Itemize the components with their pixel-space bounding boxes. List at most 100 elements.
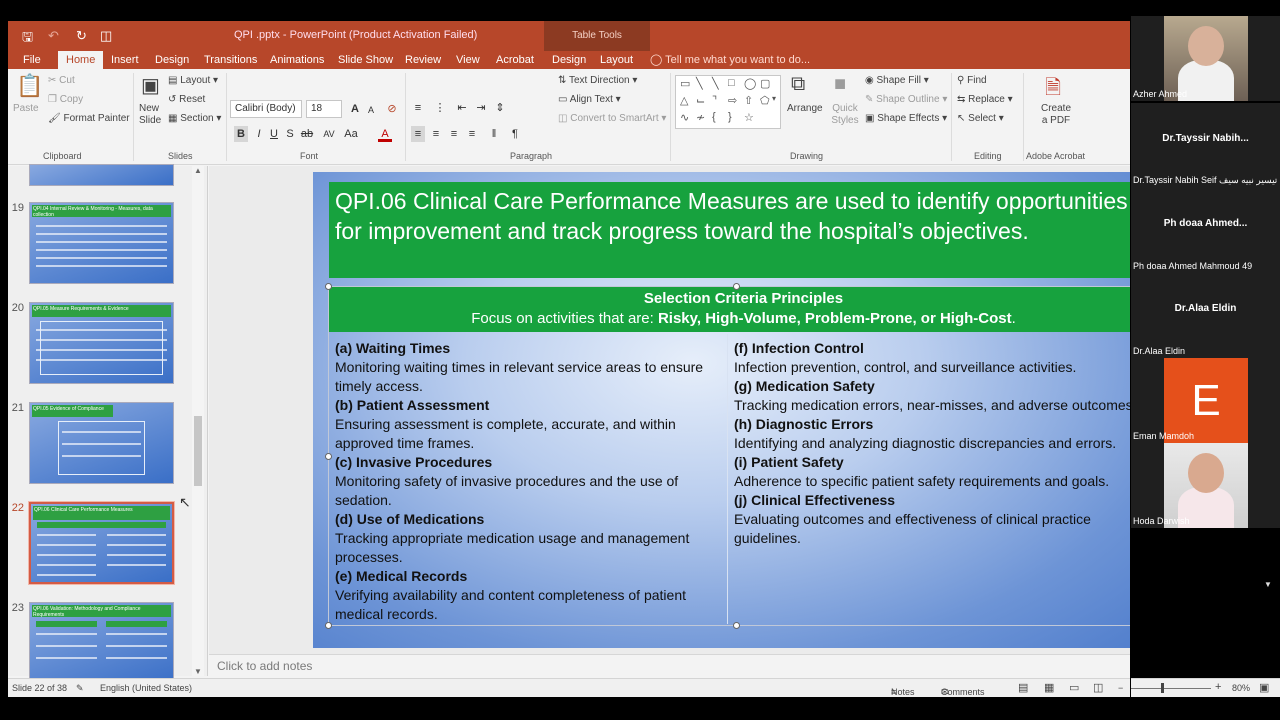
- slide-thumbnail-selected[interactable]: QPI.06 Clinical Care Performance Measure…: [28, 501, 175, 585]
- tab-transitions[interactable]: Transitions: [204, 53, 257, 69]
- decrease-font-icon[interactable]: A: [364, 102, 378, 118]
- triangle-shape-icon[interactable]: △: [680, 94, 688, 107]
- slide-thumbnail[interactable]: QPI.04 Internal Review & Monitoring - Me…: [29, 202, 174, 284]
- tab-file[interactable]: File: [23, 53, 41, 69]
- criteria-column-right[interactable]: (f) Infection Control Infection preventi…: [727, 334, 1130, 624]
- shape-fill-button[interactable]: ◉ Shape Fill ▾: [865, 75, 929, 86]
- format-painter-button[interactable]: 🖌 Format Painter: [48, 113, 130, 124]
- increase-indent-icon[interactable]: ⇥: [474, 100, 488, 116]
- arrange-icon[interactable]: ⧉: [791, 73, 805, 96]
- new-slide-button[interactable]: New Slide: [139, 103, 169, 127]
- elbow-connector-icon[interactable]: ⌙: [696, 94, 705, 107]
- shadow-icon[interactable]: S: [283, 126, 297, 142]
- align-center-icon[interactable]: ≡: [429, 126, 443, 142]
- textbox-shape-icon[interactable]: ▭: [680, 77, 690, 90]
- spellcheck-icon[interactable]: ✎: [76, 683, 84, 694]
- gallery-more-icon[interactable]: ▾: [772, 94, 776, 103]
- cut-button[interactable]: ✂ Cut: [48, 75, 75, 86]
- align-left-icon[interactable]: ≡: [411, 126, 425, 142]
- paste-button[interactable]: Paste: [13, 103, 39, 114]
- zoom-slider[interactable]: [1131, 688, 1211, 689]
- arrange-button[interactable]: Arrange: [787, 103, 823, 114]
- shapes-gallery[interactable]: ▭ ╲ ╲ □ ◯ ▢ △ ⌙ ⌝ ⇨ ⇧ ⬠ ∿ ≁ { } ☆ ▾: [675, 75, 781, 129]
- tab-table-design[interactable]: Design: [552, 53, 586, 69]
- find-button[interactable]: ⚲ Find: [957, 75, 987, 86]
- participant-tile[interactable]: Ph doaa Ahmed... Ph doaa Ahmed Mahmoud 4…: [1131, 188, 1280, 273]
- slide-sorter-icon[interactable]: ▦: [1044, 681, 1054, 694]
- layout-button[interactable]: ▤ Layout ▾: [168, 75, 218, 86]
- rectangle-shape-icon[interactable]: □: [728, 77, 735, 89]
- convert-smartart-button[interactable]: ◫ Convert to SmartArt ▾: [558, 113, 666, 124]
- align-text-button[interactable]: ▭ Align Text ▾: [558, 94, 621, 105]
- resize-handle[interactable]: [733, 622, 740, 629]
- bold-icon[interactable]: B: [234, 126, 248, 142]
- font-size-combo[interactable]: 18: [306, 100, 342, 118]
- tell-me-search[interactable]: ◯ Tell me what you want to do...: [650, 53, 810, 69]
- font-name-combo[interactable]: Calibri (Body): [230, 100, 302, 118]
- rtl-icon[interactable]: ¶: [508, 126, 522, 142]
- fit-to-window-icon[interactable]: ▣: [1259, 681, 1269, 694]
- text-direction-button[interactable]: ⇅ Text Direction ▾: [558, 75, 637, 86]
- copy-button[interactable]: ❐ Copy: [48, 94, 83, 105]
- font-color-icon[interactable]: A: [378, 126, 392, 142]
- slide-thumbnail[interactable]: [29, 164, 174, 186]
- tab-acrobat[interactable]: Acrobat: [496, 53, 534, 69]
- participant-tile[interactable]: Azher Ahmed: [1131, 16, 1280, 101]
- brace-shape-icon[interactable]: }: [728, 111, 732, 123]
- resize-handle[interactable]: [325, 283, 332, 290]
- zoom-in-icon[interactable]: +: [1215, 681, 1221, 693]
- paste-icon[interactable]: 📋: [16, 73, 43, 99]
- save-icon[interactable]: 🖫: [22, 28, 33, 50]
- notes-pane[interactable]: Click to add notes: [209, 654, 1130, 676]
- table-header[interactable]: Selection Criteria Principles Focus on a…: [329, 287, 1130, 332]
- scrollbar-thumb[interactable]: [194, 416, 202, 486]
- start-slideshow-icon[interactable]: ◫: [100, 28, 112, 44]
- rounded-rect-shape-icon[interactable]: ▢: [760, 77, 770, 90]
- participant-tile[interactable]: Dr.Alaa Eldin Dr.Alaa Eldin: [1131, 273, 1280, 358]
- slide-thumbnail[interactable]: QPI.05 Evidence of Compliance: [29, 402, 174, 484]
- justify-icon[interactable]: ≡: [465, 126, 479, 142]
- star-shape-icon[interactable]: ☆: [744, 111, 754, 124]
- zoom-level[interactable]: 80%: [1232, 683, 1250, 693]
- pentagon-shape-icon[interactable]: ⬠: [760, 94, 770, 107]
- bullets-icon[interactable]: ≡: [411, 100, 425, 116]
- line-shape-icon[interactable]: ╲: [712, 77, 719, 90]
- tab-table-layout[interactable]: Layout: [600, 53, 633, 69]
- decrease-indent-icon[interactable]: ⇤: [455, 100, 469, 116]
- quick-styles-icon[interactable]: ■: [834, 73, 846, 96]
- resize-handle[interactable]: [325, 453, 332, 460]
- tab-home[interactable]: Home: [58, 51, 104, 69]
- scroll-down-icon[interactable]: ▼: [194, 667, 202, 676]
- create-pdf-button[interactable]: Create a PDF: [1039, 103, 1073, 127]
- freeform-shape-icon[interactable]: ≁: [696, 111, 705, 124]
- resize-handle[interactable]: [325, 622, 332, 629]
- normal-view-icon[interactable]: ▤: [1018, 681, 1028, 694]
- brace-shape-icon[interactable]: {: [712, 111, 716, 123]
- participant-tile[interactable]: E Eman Mamdoh: [1131, 358, 1280, 443]
- char-spacing-icon[interactable]: AV: [322, 126, 336, 142]
- increase-font-icon[interactable]: A: [348, 101, 362, 117]
- thumbnail-scrollbar[interactable]: ▲ ▼: [192, 166, 204, 676]
- tab-review[interactable]: Review: [405, 53, 441, 69]
- scroll-down-icon[interactable]: ▼: [1264, 580, 1272, 589]
- columns-icon[interactable]: ‖: [487, 126, 501, 142]
- participant-tile[interactable]: Hoda Darwish: [1131, 443, 1280, 528]
- tab-view[interactable]: View: [456, 53, 480, 69]
- numbering-icon[interactable]: ⋮: [433, 100, 447, 116]
- slide-thumbnail[interactable]: QPI.06 Validation: Methodology and Compl…: [29, 602, 174, 684]
- align-right-icon[interactable]: ≡: [447, 126, 461, 142]
- underline-icon[interactable]: U: [267, 126, 281, 142]
- slide-canvas[interactable]: QPI.06 Clinical Care Performance Measure…: [313, 172, 1130, 648]
- tab-animations[interactable]: Animations: [270, 53, 324, 69]
- tab-slide-show[interactable]: Slide Show: [338, 53, 393, 69]
- redo-icon[interactable]: ↻: [76, 28, 87, 44]
- clear-format-icon[interactable]: ⊘: [385, 101, 399, 117]
- scroll-up-icon[interactable]: ▲: [194, 166, 202, 175]
- curve-shape-icon[interactable]: ∿: [680, 111, 689, 124]
- replace-button[interactable]: ⇆ Replace ▾: [957, 94, 1013, 105]
- slideshow-view-icon[interactable]: ◫: [1093, 681, 1103, 694]
- reset-button[interactable]: ↺ Reset: [168, 94, 205, 105]
- scrollbar[interactable]: ▼: [1262, 528, 1276, 598]
- section-button[interactable]: ▦ Section ▾: [168, 113, 221, 124]
- oval-shape-icon[interactable]: ◯: [744, 77, 756, 90]
